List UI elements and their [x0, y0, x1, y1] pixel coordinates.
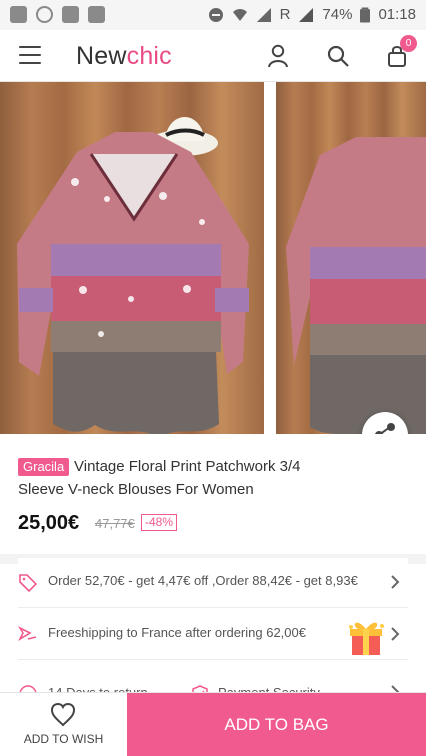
battery-percent: 74%: [322, 6, 353, 23]
newchic-logo[interactable]: Newchic: [76, 42, 172, 71]
network-type: R: [279, 6, 291, 23]
system-status: R 74% 01:18: [208, 6, 416, 23]
free-shipping-row[interactable]: Freeshipping to France after ordering 62…: [18, 610, 408, 660]
add-to-wish-button[interactable]: ADD TO WISH: [0, 693, 127, 756]
top-navigation: Newchic: [0, 30, 426, 82]
status-bar: R 74% 01:18: [0, 0, 426, 30]
free-shipping-text: Freeshipping to France after ordering 62…: [48, 625, 306, 640]
video-icon: [88, 6, 105, 23]
message-icon: [10, 6, 27, 23]
logo-text-chic: chic: [126, 42, 172, 70]
gift-icon[interactable]: [345, 617, 387, 659]
product-title-line-2: Sleeve V-neck Blouses For Women: [18, 481, 254, 498]
logo-text-new: New: [76, 42, 127, 70]
product-summary: Gracila Vintage Floral Print Patchwork 3…: [0, 434, 426, 554]
floral-blouse-image: [17, 132, 249, 434]
brand-badge[interactable]: Gracila: [18, 458, 70, 476]
add-to-wish-label: ADD TO WISH: [23, 732, 104, 746]
do-not-disturb-icon: [208, 7, 223, 22]
floral-blouse-side-image: [286, 137, 426, 434]
product-photo-primary[interactable]: [0, 82, 264, 434]
original-price: 47,77€: [95, 516, 135, 531]
tag-icon: [19, 574, 38, 592]
search-icon[interactable]: [325, 43, 351, 69]
current-price: 25,00€: [18, 512, 80, 534]
discount-badge: -48%: [141, 514, 178, 531]
product-photo-secondary[interactable]: [276, 82, 426, 434]
bottom-action-bar: ADD TO WISH ADD TO BAG: [0, 692, 426, 756]
battery-icon: [360, 7, 371, 22]
discount-offer-text: Order 52,70€ - get 4,47€ off ,Order 88,4…: [48, 573, 358, 588]
user-icon[interactable]: [265, 43, 291, 69]
image-icon: [62, 6, 79, 23]
product-image-carousel[interactable]: [0, 82, 426, 434]
signal-x-icon: [256, 7, 271, 22]
phone-icon: [36, 6, 53, 23]
discount-offer-row[interactable]: Order 52,70€ - get 4,47€ off ,Order 88,4…: [18, 558, 408, 608]
chevron-right-icon: [391, 575, 400, 589]
heart-icon: [50, 703, 76, 727]
chevron-right-icon: [391, 627, 400, 641]
signal-icon: [299, 7, 314, 22]
status-time: 01:18: [378, 6, 416, 23]
cart-count-badge: 0: [400, 35, 417, 52]
shipping-icon: [18, 626, 37, 642]
notification-icons: [10, 6, 105, 23]
product-title-line-1: Vintage Floral Print Patchwork 3/4: [74, 458, 301, 475]
add-to-bag-button[interactable]: ADD TO BAG: [127, 693, 426, 756]
wifi-icon: [232, 8, 247, 21]
menu-icon[interactable]: [19, 46, 41, 64]
